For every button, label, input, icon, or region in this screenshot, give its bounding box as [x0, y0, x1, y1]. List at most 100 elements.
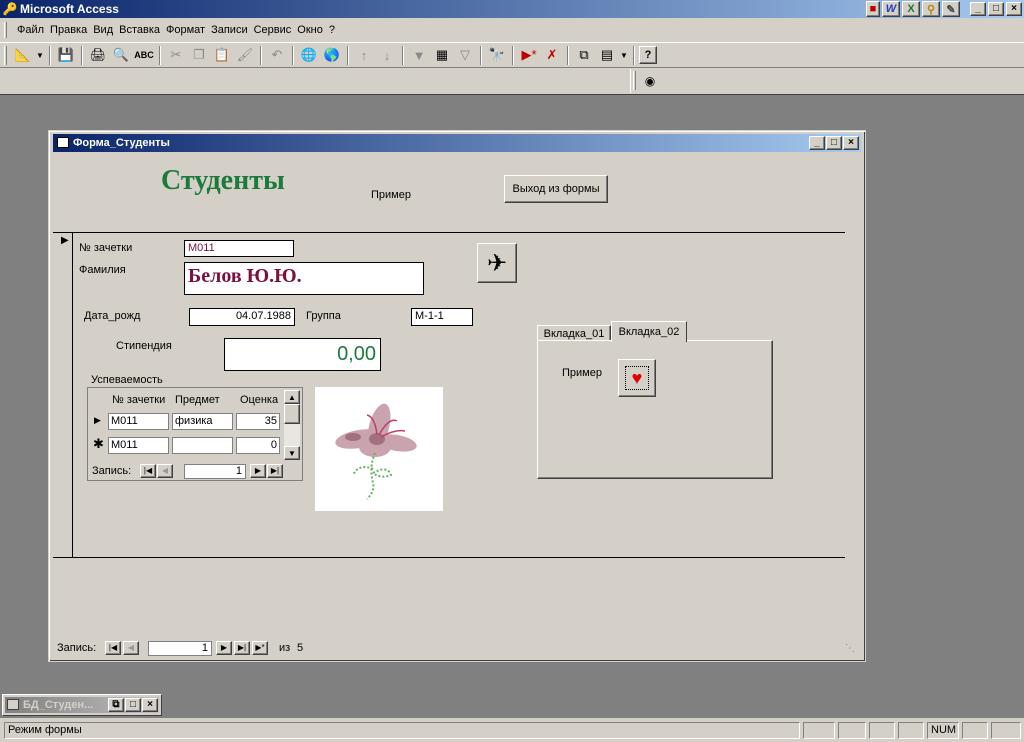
- find-icon[interactable]: 🔭: [486, 44, 508, 66]
- form-close-icon[interactable]: ×: [843, 136, 859, 150]
- scroll-thumb[interactable]: [284, 404, 300, 424]
- filter-by-selection-icon[interactable]: ▼: [408, 44, 430, 66]
- sort-ascending-icon[interactable]: ↑: [353, 44, 375, 66]
- subform-row2-zachetka[interactable]: М011: [108, 437, 169, 454]
- design-view-icon[interactable]: 📐: [12, 44, 34, 66]
- airplane-button[interactable]: ✈: [477, 243, 517, 283]
- menu-file[interactable]: Файл: [14, 24, 47, 36]
- menu-records[interactable]: Записи: [208, 24, 251, 36]
- minimize-icon[interactable]: _: [970, 2, 986, 16]
- hyperlink-icon[interactable]: 🌐: [298, 44, 320, 66]
- record-nav-label: Запись:: [57, 642, 97, 654]
- first-record-icon[interactable]: |◀: [105, 641, 121, 655]
- subform-next-record-icon[interactable]: ▶: [250, 464, 266, 478]
- form-title-bar[interactable]: Форма_Студенты _ □ ×: [53, 134, 861, 152]
- minimized-db-window[interactable]: БД_Студен... ⧉ □ ×: [2, 694, 162, 716]
- office-icon[interactable]: ■: [866, 1, 880, 17]
- delete-record-icon[interactable]: ✗: [541, 44, 563, 66]
- cut-icon[interactable]: ✂: [165, 44, 187, 66]
- maximize-icon[interactable]: □: [988, 2, 1004, 16]
- spelling-icon[interactable]: ABC: [133, 44, 155, 66]
- apply-filter-icon[interactable]: ▽: [454, 44, 476, 66]
- menu-help[interactable]: ?: [326, 24, 338, 36]
- prev-record-icon[interactable]: ◀: [123, 641, 139, 655]
- status-mode: Режим формы: [4, 722, 800, 739]
- status-pane-6: [962, 722, 988, 739]
- zachetka-field[interactable]: М011: [184, 240, 294, 257]
- outlook-icon[interactable]: ✎: [942, 1, 960, 17]
- database-window-icon[interactable]: ⧉: [573, 44, 595, 66]
- db-close-icon[interactable]: ×: [142, 698, 158, 712]
- tab-page-example-label: Пример: [562, 367, 602, 379]
- subform-prev-record-icon[interactable]: ◀: [157, 464, 173, 478]
- access-icon[interactable]: ⚲: [922, 1, 940, 17]
- print-preview-icon[interactable]: 🔍: [110, 44, 132, 66]
- toolbar-grip[interactable]: [4, 46, 7, 65]
- subform-row2-predmet[interactable]: [172, 437, 233, 454]
- db-maximize-icon[interactable]: □: [125, 698, 141, 712]
- exit-form-button[interactable]: Выход из формы: [504, 175, 608, 203]
- print-icon[interactable]: 🖨: [87, 44, 109, 66]
- tab-vkladka-02[interactable]: Вкладка_02: [611, 321, 687, 342]
- filter-by-form-icon[interactable]: ▦: [431, 44, 453, 66]
- record-number-field[interactable]: 1: [148, 641, 212, 656]
- subform-new-row-icon[interactable]: ✱: [93, 436, 104, 452]
- new-object-icon[interactable]: ▤: [596, 44, 618, 66]
- db-restore-icon[interactable]: ⧉: [108, 698, 124, 712]
- stipendiya-field[interactable]: 0,00: [224, 338, 381, 371]
- scroll-up-icon[interactable]: ▲: [284, 390, 300, 404]
- subform-row1-ocenka[interactable]: 35: [236, 413, 280, 430]
- menu-window[interactable]: Окно: [294, 24, 326, 36]
- form-window: Форма_Студенты _ □ × ▶ Студенты Пример В…: [48, 130, 866, 662]
- sort-descending-icon[interactable]: ↓: [376, 44, 398, 66]
- subform-row2-ocenka[interactable]: 0: [236, 437, 280, 454]
- next-record-icon[interactable]: ▶: [216, 641, 232, 655]
- subform-row1-zachetka[interactable]: М011: [108, 413, 169, 430]
- scroll-down-icon[interactable]: ▼: [284, 446, 300, 460]
- menu-view[interactable]: Вид: [90, 24, 116, 36]
- subform-first-record-icon[interactable]: |◀: [140, 464, 156, 478]
- new-record-nav-icon[interactable]: ▶*: [252, 641, 268, 655]
- uspevaemost-label: Успеваемость: [91, 374, 163, 386]
- subform-last-record-icon[interactable]: ▶|: [267, 464, 283, 478]
- piggy-bank-icon[interactable]: ◉: [639, 70, 661, 92]
- resize-grip-icon[interactable]: ⋱: [845, 643, 855, 654]
- form-minimize-icon[interactable]: _: [809, 136, 825, 150]
- last-record-icon[interactable]: ▶|: [234, 641, 250, 655]
- subform-row1-predmet[interactable]: физика: [172, 413, 233, 430]
- menu-tools[interactable]: Сервис: [251, 24, 295, 36]
- subform-scrollbar[interactable]: ▲ ▼: [284, 390, 300, 460]
- secondary-toolbar: ◉: [630, 69, 666, 93]
- gruppa-field[interactable]: М-1-1: [411, 308, 473, 326]
- data-rozhd-field[interactable]: 04.07.1988: [189, 308, 295, 326]
- toolbar2-grip[interactable]: [633, 71, 636, 90]
- excel-icon[interactable]: X: [902, 1, 920, 17]
- subform-record-number[interactable]: 1: [184, 464, 246, 479]
- menu-edit[interactable]: Правка: [47, 24, 90, 36]
- view-dropdown-icon[interactable]: ▼: [35, 44, 45, 66]
- save-icon[interactable]: 💾: [55, 44, 77, 66]
- help-icon[interactable]: ?: [639, 46, 657, 64]
- familiya-field[interactable]: Белов Ю.Ю.: [184, 262, 424, 295]
- new-object-dropdown-icon[interactable]: ▼: [619, 44, 629, 66]
- data-rozhd-label: Дата_рожд: [84, 310, 141, 322]
- subform-col-zachetka: № зачетки: [112, 394, 166, 406]
- menu-insert[interactable]: Вставка: [116, 24, 163, 36]
- app-title-bar[interactable]: 🔑 Microsoft Access ■ W X ⚲ ✎ _ □ ×: [0, 0, 1024, 18]
- new-record-icon[interactable]: ▶*: [518, 44, 540, 66]
- subform-current-row-icon[interactable]: ▶: [94, 415, 101, 426]
- record-selector-icon[interactable]: ▶: [61, 235, 69, 246]
- familiya-label: Фамилия: [79, 264, 126, 276]
- paste-icon[interactable]: 📋: [211, 44, 233, 66]
- menu-format[interactable]: Формат: [163, 24, 208, 36]
- copy-icon[interactable]: ❐: [188, 44, 210, 66]
- close-icon[interactable]: ×: [1006, 2, 1022, 16]
- status-pane-7: [991, 722, 1021, 739]
- format-painter-icon[interactable]: 🖌: [234, 44, 256, 66]
- word-icon[interactable]: W: [882, 1, 900, 17]
- web-toolbar-icon[interactable]: 🌎: [321, 44, 343, 66]
- menu-grip[interactable]: [4, 22, 7, 38]
- heart-button[interactable]: ♥: [618, 359, 656, 397]
- undo-icon[interactable]: ↶: [266, 44, 288, 66]
- form-maximize-icon[interactable]: □: [826, 136, 842, 150]
